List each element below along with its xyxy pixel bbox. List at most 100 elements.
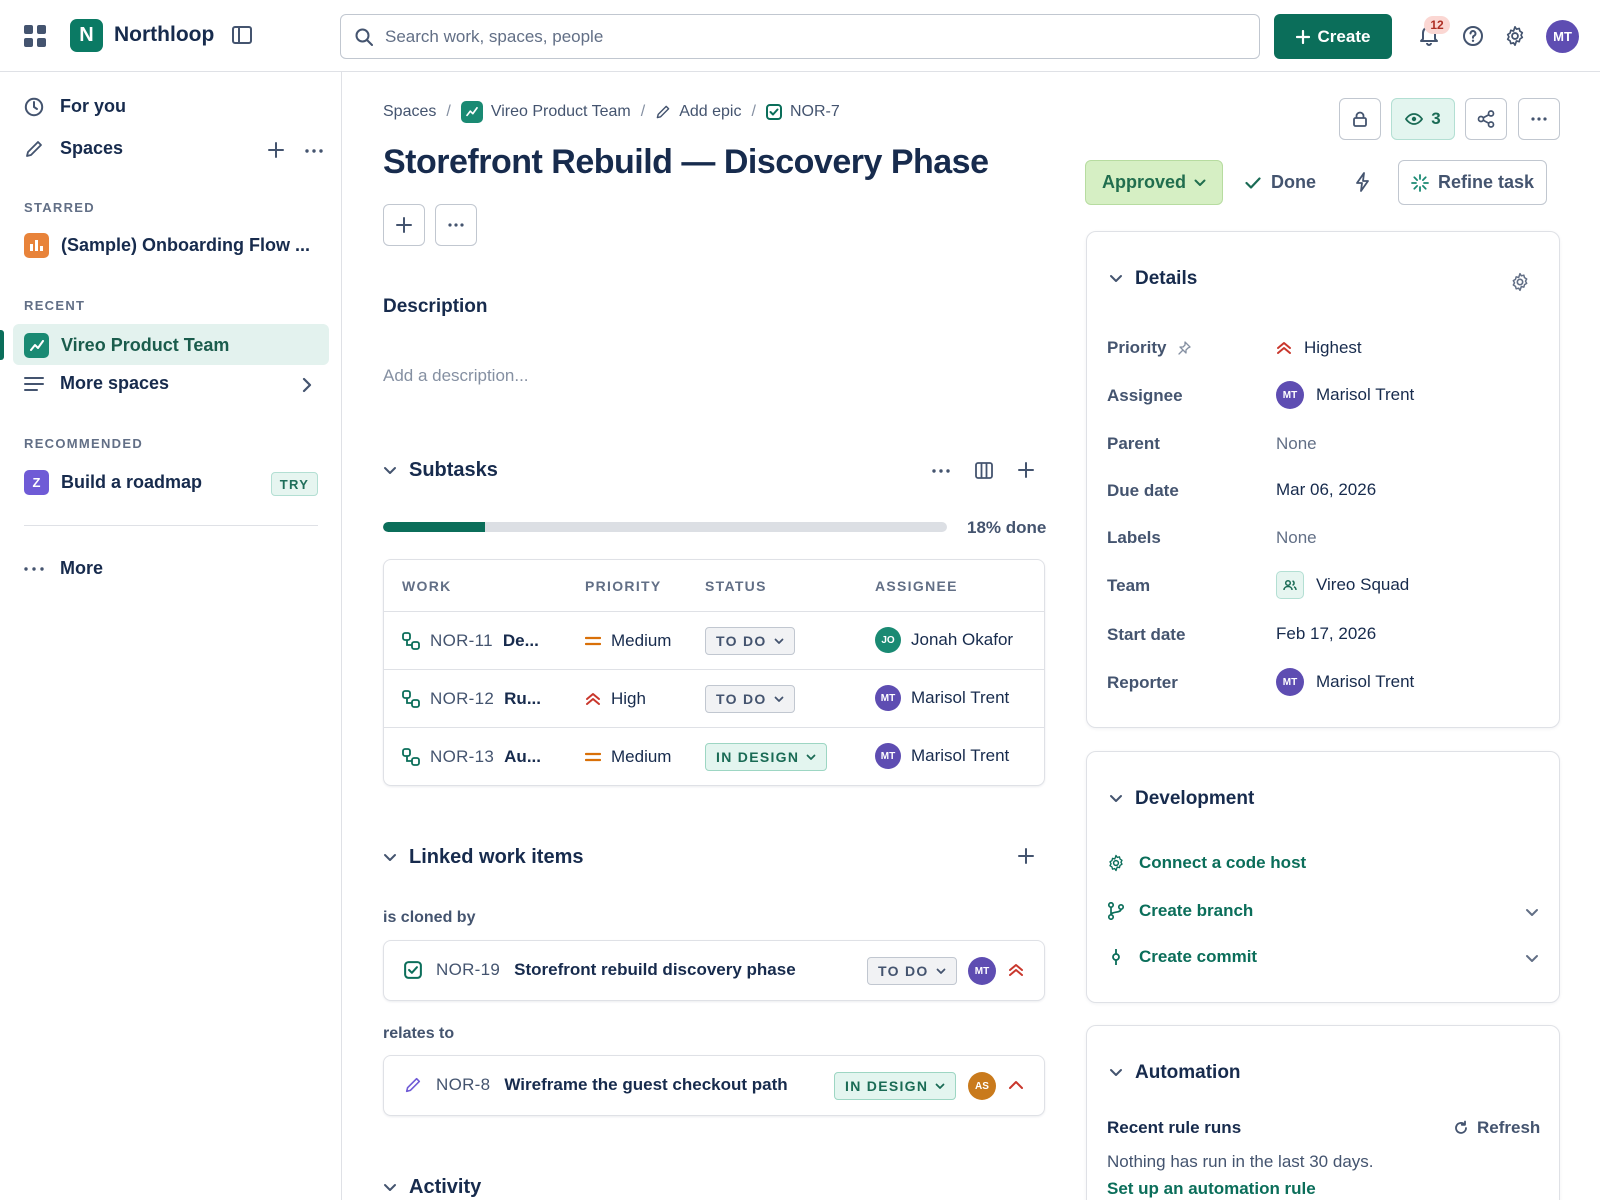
sidebar-item-build-roadmap[interactable]: Z Build a roadmap	[24, 470, 202, 495]
start-date-field-value[interactable]: Feb 17, 2026	[1276, 624, 1376, 644]
add-subtask-icon[interactable]	[1018, 462, 1034, 478]
lightning-icon[interactable]	[1355, 172, 1371, 192]
status-approved-dropdown[interactable]: Approved	[1085, 160, 1223, 205]
reporter-field-value[interactable]: MT Marisol Trent	[1276, 668, 1414, 696]
subtask-summary[interactable]: Au...	[504, 747, 541, 767]
sidebar-item-vireo-product-team[interactable]: Vireo Product Team	[24, 333, 229, 358]
priority-field-value[interactable]: Highest	[1276, 338, 1362, 358]
status-label: IN DESIGN	[845, 1078, 929, 1094]
activity-header[interactable]: Activity	[383, 1176, 481, 1199]
automation-header[interactable]: Automation	[1109, 1062, 1241, 1084]
pencil-icon	[655, 104, 671, 120]
create-button[interactable]: Create	[1274, 14, 1392, 59]
linked-item-key[interactable]: NOR-8	[436, 1075, 490, 1095]
chevron-down-icon[interactable]	[1525, 954, 1539, 963]
table-row[interactable]: NOR-12 Ru... High TO DO MT Marisol Trent	[384, 669, 1044, 727]
create-branch-link[interactable]: Create branch	[1107, 901, 1253, 921]
add-link-icon[interactable]	[1018, 848, 1034, 864]
sidebar-item-for-you[interactable]: For you	[24, 96, 126, 117]
development-header[interactable]: Development	[1109, 788, 1254, 810]
sidebar-item-starred[interactable]: (Sample) Onboarding Flow ...	[24, 233, 310, 258]
sidebar-item-more[interactable]: More	[24, 558, 103, 579]
setup-automation-link[interactable]: Set up an automation rule	[1107, 1179, 1316, 1199]
refresh-button[interactable]: Refresh	[1453, 1118, 1540, 1138]
sidebar-item-spaces[interactable]: Spaces	[24, 138, 123, 159]
add-space-icon[interactable]	[268, 142, 284, 158]
linked-item-summary[interactable]: Wireframe the guest checkout path	[504, 1075, 787, 1095]
subtask-key[interactable]: NOR-11	[430, 631, 493, 651]
pin-icon[interactable]	[1177, 341, 1191, 355]
settings-icon[interactable]	[1504, 25, 1526, 47]
share-button[interactable]	[1465, 98, 1507, 140]
app-logo[interactable]: N	[70, 19, 103, 52]
details-settings-icon[interactable]	[1510, 272, 1530, 292]
refine-task-button[interactable]: Refine task	[1398, 160, 1547, 205]
column-header-work[interactable]: WORK	[402, 578, 452, 594]
linked-items-header[interactable]: Linked work items	[383, 846, 584, 869]
assignee-cell[interactable]: JO Jonah Okafor	[875, 627, 1013, 653]
page-title[interactable]: Storefront Rebuild — Discovery Phase	[383, 143, 989, 182]
linked-item-summary[interactable]: Storefront rebuild discovery phase	[514, 960, 796, 980]
columns-icon[interactable]	[975, 462, 993, 479]
breadcrumb-spaces[interactable]: Spaces	[383, 103, 436, 121]
linked-item-assignee[interactable]: AS	[968, 1072, 996, 1100]
linked-item-key[interactable]: NOR-19	[436, 960, 500, 980]
parent-field-value[interactable]: None	[1276, 434, 1317, 454]
help-icon[interactable]	[1462, 25, 1484, 47]
lock-button[interactable]	[1339, 98, 1381, 140]
assignee-cell[interactable]: MT Marisol Trent	[875, 743, 1009, 769]
search-box[interactable]	[340, 14, 1260, 59]
labels-field-value[interactable]: None	[1276, 528, 1317, 548]
column-header-priority[interactable]: PRIORITY	[585, 578, 662, 594]
assignee-field-value[interactable]: MT Marisol Trent	[1276, 381, 1414, 409]
chevron-right-icon[interactable]	[302, 377, 312, 393]
sidebar-item-more-spaces[interactable]: More spaces	[24, 373, 169, 394]
due-date-field-value[interactable]: Mar 06, 2026	[1276, 480, 1376, 500]
subtasks-more-icon[interactable]	[932, 469, 950, 473]
description-placeholder[interactable]: Add a description...	[383, 366, 529, 386]
priority-high-icon	[1008, 1080, 1024, 1090]
watchers-button[interactable]: 3	[1391, 98, 1455, 140]
status-dropdown[interactable]: TO DO	[867, 957, 957, 985]
plus-icon	[1295, 29, 1310, 44]
subtasks-table: WORK PRIORITY STATUS ASSIGNEE NOR-11 De.…	[383, 559, 1045, 786]
table-row[interactable]: NOR-13 Au... Medium IN DESIGN MT Marisol…	[384, 727, 1044, 785]
breadcrumb-issue-key[interactable]: NOR-7	[765, 103, 840, 121]
details-header[interactable]: Details	[1109, 268, 1197, 290]
status-dropdown[interactable]: TO DO	[705, 685, 795, 713]
spaces-more-icon[interactable]	[305, 149, 323, 153]
linked-item-card[interactable]: NOR-8 Wireframe the guest checkout path …	[383, 1055, 1045, 1116]
app-switcher-icon[interactable]	[24, 25, 46, 47]
search-input[interactable]	[385, 26, 1205, 47]
connect-code-host-link[interactable]: Connect a code host	[1107, 853, 1306, 873]
breadcrumb-add-epic[interactable]: Add epic	[655, 103, 741, 121]
subtask-key[interactable]: NOR-13	[430, 747, 494, 767]
app-name[interactable]: Northloop	[114, 23, 214, 47]
subtask-summary[interactable]: Ru...	[504, 689, 541, 709]
subtask-summary[interactable]: De...	[503, 631, 539, 651]
more-options-button[interactable]	[1518, 98, 1560, 140]
status-dropdown[interactable]: IN DESIGN	[834, 1072, 957, 1100]
more-actions-button[interactable]	[435, 204, 477, 246]
column-header-status[interactable]: STATUS	[705, 578, 767, 594]
add-button[interactable]	[383, 204, 425, 246]
subtask-key[interactable]: NOR-12	[430, 689, 494, 709]
user-avatar[interactable]: MT	[1546, 20, 1579, 53]
table-row[interactable]: NOR-11 De... Medium TO DO JO Jonah Okafo…	[384, 611, 1044, 669]
done-button[interactable]: Done	[1245, 160, 1316, 205]
avatar: JO	[875, 627, 901, 653]
assignee-cell[interactable]: MT Marisol Trent	[875, 685, 1009, 711]
chevron-down-icon[interactable]	[1525, 908, 1539, 917]
subtasks-header[interactable]: Subtasks	[383, 459, 498, 482]
breadcrumb-team[interactable]: Vireo Product Team	[460, 101, 631, 123]
team-field-value[interactable]: Vireo Squad	[1276, 571, 1409, 599]
try-badge[interactable]: TRY	[271, 472, 318, 496]
linked-item-assignee[interactable]: MT	[968, 957, 996, 985]
sidebar-toggle-icon[interactable]	[232, 26, 252, 44]
status-dropdown[interactable]: IN DESIGN	[705, 743, 828, 771]
status-cell: TO DO	[705, 685, 795, 713]
column-header-assignee[interactable]: ASSIGNEE	[875, 578, 958, 594]
create-commit-link[interactable]: Create commit	[1107, 947, 1257, 967]
status-dropdown[interactable]: TO DO	[705, 627, 795, 655]
linked-item-card[interactable]: NOR-19 Storefront rebuild discovery phas…	[383, 940, 1045, 1001]
